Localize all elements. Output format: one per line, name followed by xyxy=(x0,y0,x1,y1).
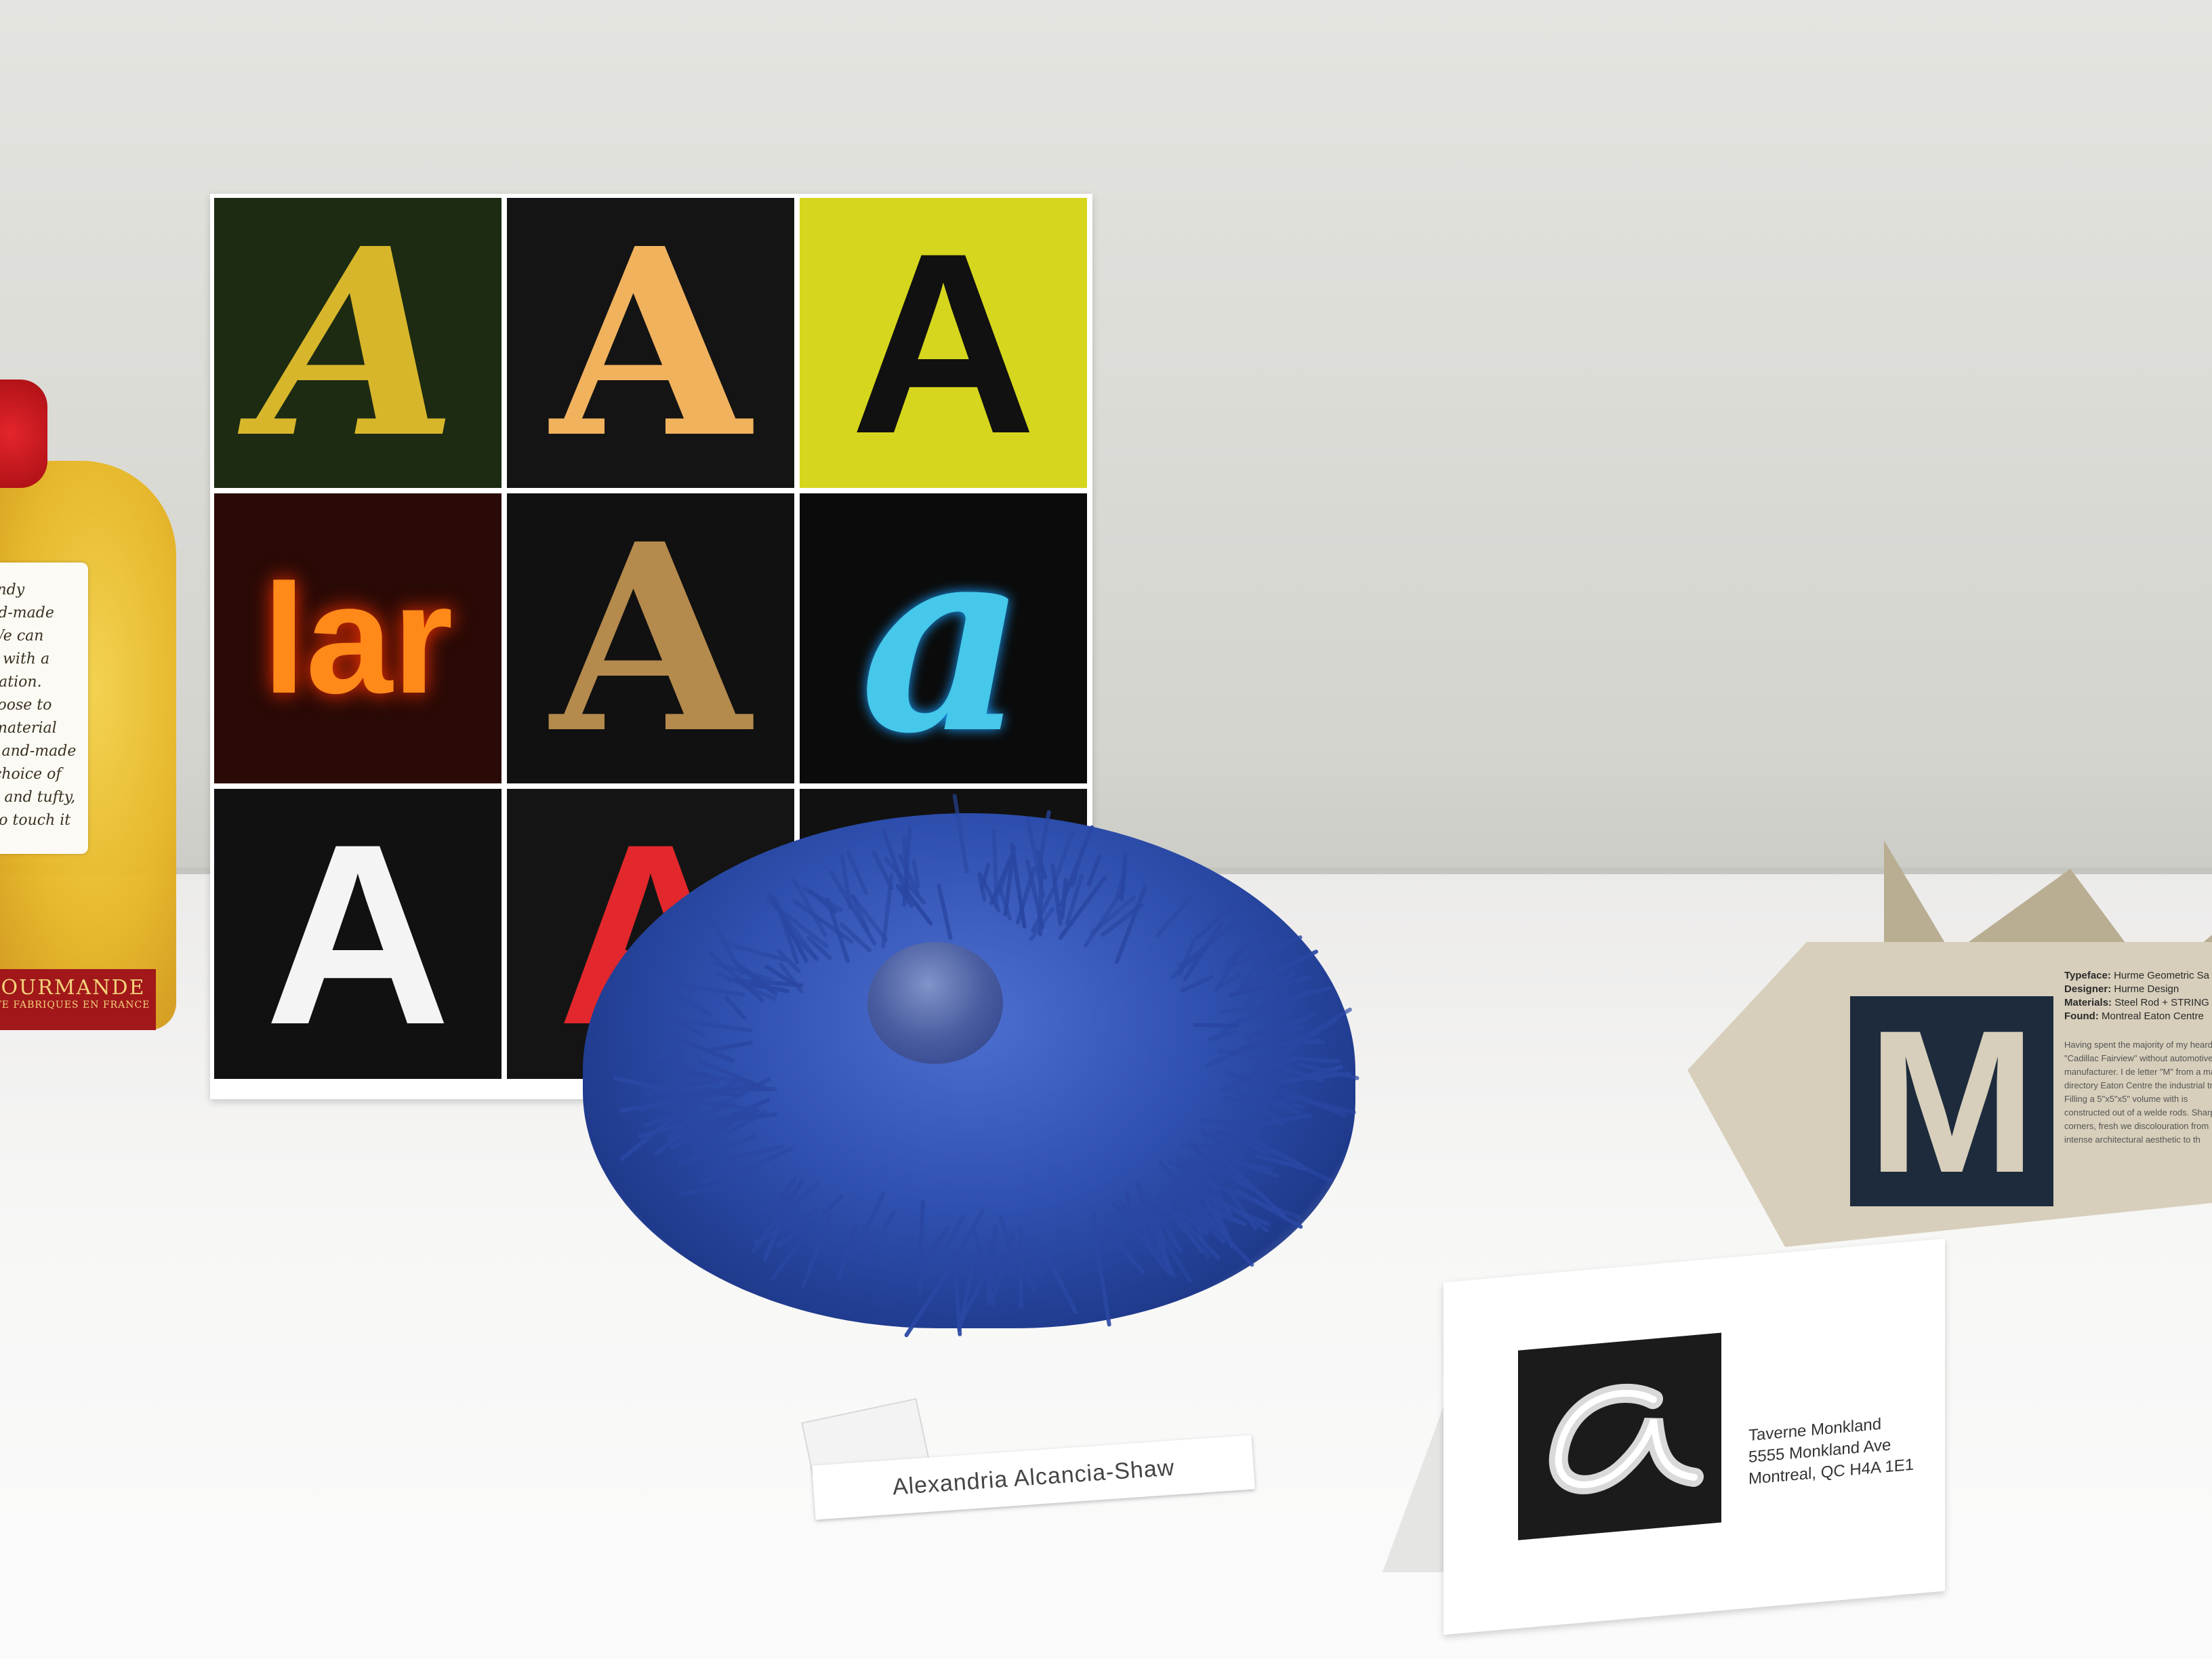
designer-value: Hurme Design xyxy=(2114,983,2179,995)
pompom-fiber xyxy=(936,884,953,941)
poster-letter: lar xyxy=(262,551,453,726)
poster-letter: A xyxy=(258,198,458,488)
materials-value: Steel Rod + STRING xyxy=(2114,997,2209,1008)
pompom-fiber xyxy=(672,989,714,1018)
pompom-fiber xyxy=(821,1193,845,1216)
poster-tile: A xyxy=(214,789,501,1079)
candy-tag-line: de with a xyxy=(0,651,50,668)
poster-letter: A xyxy=(550,198,751,488)
typeface-label: Typeface: xyxy=(2064,970,2111,981)
candy-bag-label: GOURMANDE AUTE FABRIQUES EN FRANCE xyxy=(0,969,156,1030)
designer-label: Designer: xyxy=(2064,983,2112,995)
poster-tile: A xyxy=(507,198,794,488)
poster-letter: A xyxy=(264,790,451,1078)
pompom-fibers xyxy=(529,759,1450,1355)
candy-tag-line: e choice of xyxy=(0,766,62,783)
candy-tag-line: choose to xyxy=(0,697,52,714)
pompom-fiber xyxy=(903,1263,954,1338)
neon-a-photo xyxy=(1518,1332,1721,1540)
pompom-fiber xyxy=(1042,1248,1079,1315)
candy-bag-label-line1: GOURMANDE xyxy=(0,976,146,1000)
poster-letter: A xyxy=(850,199,1037,487)
candy-tag-line: ful and tufty, xyxy=(0,789,76,806)
poster-tile: A xyxy=(214,198,501,488)
pompom-fiber xyxy=(1093,1239,1111,1327)
m-card-text: Typeface: Hurme Geometric Sa Designer: H… xyxy=(2064,969,2212,1147)
pompom-fiber xyxy=(709,1040,754,1052)
pompom-fiber xyxy=(791,877,829,938)
poster-tile: a xyxy=(800,493,1087,783)
photo-scene: candy and-made . We can de with a ligation. c… xyxy=(0,0,2212,1659)
found-label: Found: xyxy=(2064,1010,2099,1022)
poster-tile: A xyxy=(800,198,1087,488)
pompom-fiber xyxy=(701,1164,760,1184)
candy-tag-line: and-made xyxy=(0,605,54,621)
pompom-fiber xyxy=(1205,1040,1262,1068)
pompom-fiber xyxy=(661,1059,718,1081)
blue-fuzzy-pompom xyxy=(529,759,1450,1355)
candy-tag-line: a material xyxy=(0,720,57,737)
m-tent-card: M Typeface: Hurme Geometric Sa Designer:… xyxy=(1687,840,2212,1247)
materials-label: Materials: xyxy=(2064,997,2112,1008)
m-card-body: Having spent the majority of my heard "C… xyxy=(2064,1040,2212,1145)
poster-tile: A xyxy=(507,493,794,783)
candy-tag-line: y to touch it xyxy=(0,812,71,829)
poster-letter: a xyxy=(859,493,1027,783)
pompom-fiber xyxy=(918,1200,926,1269)
poster-tile: lar xyxy=(214,493,501,783)
pompom-fiber xyxy=(657,1053,685,1059)
candy-bag: candy and-made . We can de with a ligation. c… xyxy=(0,380,190,1030)
tent-card-address: Taverne Monkland 5555 Monkland Ave Montr… xyxy=(1748,1409,1938,1490)
pompom-fiber xyxy=(952,793,969,874)
candy-bag-tag: candy and-made . We can de with a ligation. c… xyxy=(0,562,88,854)
pompom-nose xyxy=(867,942,1003,1064)
candy-tag-line: candy xyxy=(0,581,25,598)
pompom-fiber xyxy=(1018,1225,1023,1309)
pompom-fiber xyxy=(1091,1212,1101,1246)
candy-bag-ribbon xyxy=(0,380,47,488)
artist-name: Alexandria Alcancia-Shaw xyxy=(891,1454,1176,1500)
tent-card-front: Taverne Monkland 5555 Monkland Ave Montr… xyxy=(1443,1238,1945,1635)
typeface-value: Hurme Geometric Sa xyxy=(2114,970,2209,981)
taverne-tent-card: Taverne Monkland 5555 Monkland Ave Montr… xyxy=(1382,1238,1952,1635)
pompom-fiber xyxy=(678,1182,750,1197)
m-logo-square: M xyxy=(1850,987,2053,1215)
pompom-fiber xyxy=(952,1251,962,1336)
candy-tag-line: . We can xyxy=(0,628,44,644)
candy-bag-label-line2: AUTE FABRIQUES EN FRANCE xyxy=(0,1000,150,1010)
neon-a-icon xyxy=(1549,1383,1704,1494)
pompom-fiber xyxy=(1027,1246,1045,1279)
pompom-fiber xyxy=(723,995,747,1021)
poster-letter: A xyxy=(550,493,751,783)
candy-tag-line: ligation. xyxy=(0,674,42,691)
pompom-fiber xyxy=(879,1210,897,1237)
candy-tag-line: s hand-made xyxy=(0,743,77,760)
pompom-fiber xyxy=(1154,892,1195,939)
m-glyph: M xyxy=(1867,987,2036,1215)
pompom-fiber xyxy=(1009,1230,1015,1274)
found-value: Montreal Eaton Centre xyxy=(2101,1010,2204,1022)
